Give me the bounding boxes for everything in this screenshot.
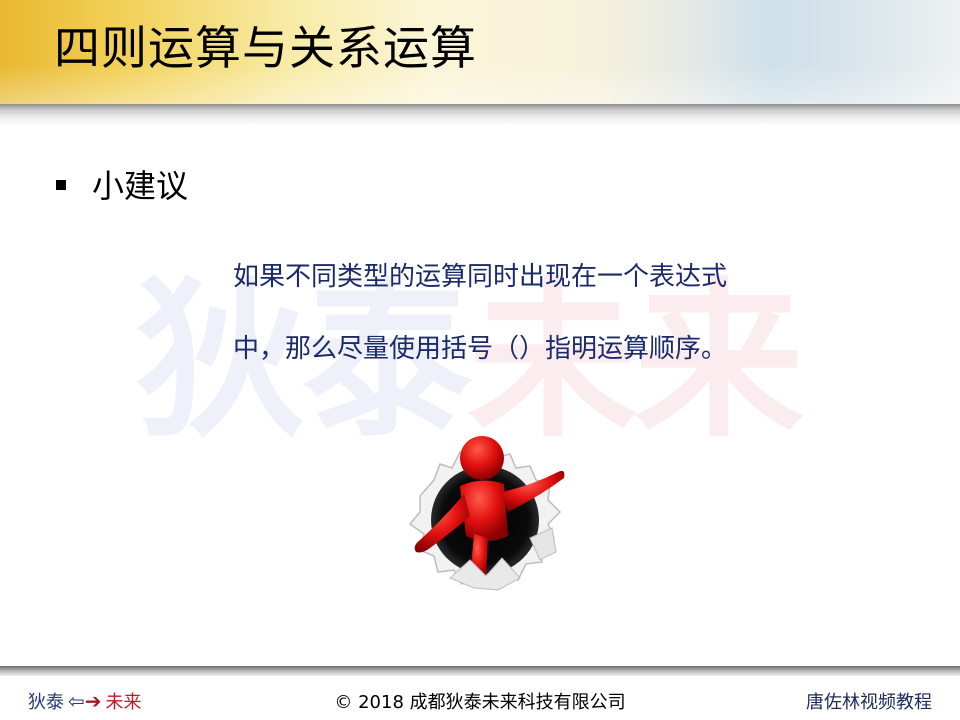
- slide-title: 四则运算与关系运算: [54, 21, 477, 75]
- tip-line-1: 如果不同类型的运算同时出现在一个表达式: [232, 262, 727, 292]
- footer-bar: [0, 666, 960, 676]
- bullet-text: 小建议: [92, 167, 189, 205]
- right-arrow-icon: ➔: [84, 689, 102, 713]
- footer-author: 唐佐林视频教程: [806, 692, 932, 713]
- footer-brand: 狄泰 ⇦ ➔ 未来: [28, 688, 142, 714]
- brand-right-text: 未来: [105, 692, 142, 713]
- tip-line-2: 中，那么尽量使用括号（）指明运算顺序。: [232, 334, 727, 364]
- breakthrough-figure-image: [408, 436, 565, 591]
- square-bullet-icon: [56, 180, 66, 190]
- left-arrow-icon: ⇦: [68, 689, 85, 713]
- brand-left-text: 狄泰: [28, 692, 64, 713]
- bullet-item: 小建议: [56, 162, 188, 206]
- footer-copyright: © 2018 成都狄泰未来科技有限公司: [334, 692, 626, 713]
- header-shadow: [0, 104, 960, 126]
